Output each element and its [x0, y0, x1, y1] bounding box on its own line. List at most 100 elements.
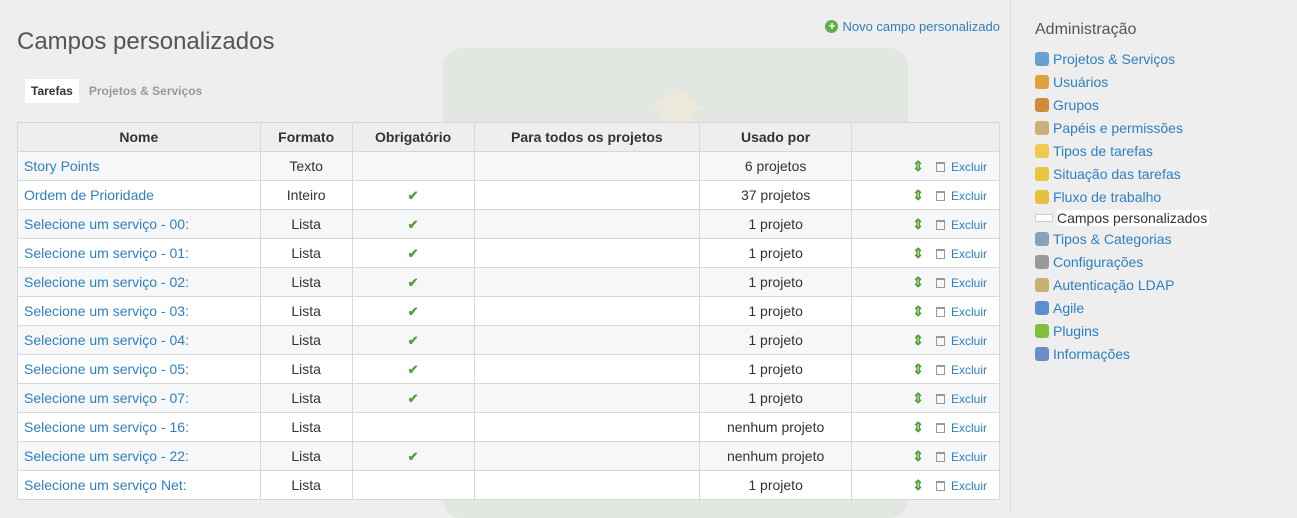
check-icon: ✔ [407, 390, 419, 406]
column-header-usado-por[interactable]: Usado por [699, 122, 853, 152]
delete-link[interactable]: Excluir [951, 218, 987, 232]
sidebar-item-label[interactable]: Grupos [1053, 97, 1099, 113]
new-custom-field-link[interactable]: + Novo campo personalizado [825, 19, 1000, 34]
custom-field-link[interactable]: Selecione um serviço - 00: [24, 216, 189, 232]
cell-format: Lista [259, 238, 353, 268]
delete-link[interactable]: Excluir [951, 160, 987, 174]
sidebar-item-label[interactable]: Usuários [1053, 74, 1108, 90]
custom-field-link[interactable]: Selecione um serviço - 02: [24, 274, 189, 290]
custom-field-link[interactable]: Selecione um serviço - 03: [24, 303, 189, 319]
reorder-handle-icon[interactable]: ⇕ [912, 419, 924, 435]
cell-all-projects [473, 325, 701, 355]
reorder-handle-icon[interactable]: ⇕ [912, 332, 924, 348]
custom-field-link[interactable]: Selecione um serviço - 04: [24, 332, 189, 348]
cell-name: Selecione um serviço - 16: [17, 412, 261, 442]
check-icon: ✔ [407, 245, 419, 261]
reorder-handle-icon[interactable]: ⇕ [912, 187, 924, 203]
sidebar-item-label[interactable]: Fluxo de trabalho [1053, 189, 1161, 205]
sidebar-item-user[interactable]: Usuários [1035, 70, 1209, 93]
column-header-nome[interactable]: Nome [17, 122, 261, 152]
sidebar-item-ldap[interactable]: Autenticação LDAP [1035, 273, 1209, 296]
sidebar-item-workflow[interactable]: Fluxo de trabalho [1035, 185, 1209, 208]
delete-link[interactable]: Excluir [951, 363, 987, 377]
column-header-para-todos[interactable]: Para todos os projetos [473, 122, 701, 152]
cell-format: Lista [259, 325, 353, 355]
cell-required: ✔ [351, 296, 475, 326]
watermark-arrow-icon [649, 88, 705, 110]
cell-all-projects [473, 209, 701, 239]
sidebar-item-label[interactable]: Agile [1053, 300, 1084, 316]
cell-all-projects [473, 238, 701, 268]
reorder-handle-icon[interactable]: ⇕ [912, 448, 924, 464]
sidebar-item-label[interactable]: Informações [1053, 346, 1130, 362]
sidebar-item-label[interactable]: Autenticação LDAP [1053, 277, 1174, 293]
custom-field-link[interactable]: Selecione um serviço - 01: [24, 245, 189, 261]
column-header-formato[interactable]: Formato [259, 122, 353, 152]
cell-name: Story Points [17, 151, 261, 181]
sidebar-item-list[interactable]: Tipos & Categorias [1035, 227, 1209, 250]
sidebar-item-label[interactable]: Situação das tarefas [1053, 166, 1181, 182]
check-icon: ✔ [407, 448, 419, 464]
sidebar-item-plugin[interactable]: Plugins [1035, 319, 1209, 342]
delete-link[interactable]: Excluir [951, 189, 987, 203]
cell-format: Lista [259, 296, 353, 326]
delete-link[interactable]: Excluir [951, 421, 987, 435]
user-icon [1035, 74, 1049, 89]
agile-icon [1035, 300, 1049, 315]
reorder-handle-icon[interactable]: ⇕ [912, 361, 924, 377]
reorder-handle-icon[interactable]: ⇕ [912, 390, 924, 406]
cell-actions: ⇕ Excluir [851, 296, 1000, 326]
sidebar-item-projects[interactable]: Projetos & Serviços [1035, 47, 1209, 70]
column-header-obrigatorio[interactable]: Obrigatório [351, 122, 475, 152]
reorder-handle-icon[interactable]: ⇕ [912, 274, 924, 290]
delete-link[interactable]: Excluir [951, 392, 987, 406]
sidebar-item-label[interactable]: Papéis e permissões [1053, 120, 1183, 136]
cell-used-by: 1 projeto [699, 383, 853, 413]
delete-link[interactable]: Excluir [951, 247, 987, 261]
sidebar-item-group[interactable]: Grupos [1035, 93, 1209, 116]
sidebar-item-label[interactable]: Tipos & Categorias [1053, 231, 1172, 247]
tab-projetos-servicos[interactable]: Projetos & Serviços [83, 79, 208, 103]
custom-field-link[interactable]: Selecione um serviço Net: [24, 477, 187, 493]
reorder-handle-icon[interactable]: ⇕ [912, 303, 924, 319]
sidebar-item-label[interactable]: Tipos de tarefas [1053, 143, 1153, 159]
sidebar-item-status[interactable]: Situação das tarefas [1035, 162, 1209, 185]
cell-all-projects [473, 383, 701, 413]
cell-used-by: 1 projeto [699, 238, 853, 268]
sidebar-item-tracker[interactable]: Tipos de tarefas [1035, 139, 1209, 162]
tab-tarefas[interactable]: Tarefas [25, 79, 79, 103]
sidebar-item-roles[interactable]: Papéis e permissões [1035, 116, 1209, 139]
cell-actions: ⇕ Excluir [851, 383, 1000, 413]
tabs: Tarefas Projetos & Serviços [25, 79, 208, 103]
custom-field-link[interactable]: Selecione um serviço - 16: [24, 419, 189, 435]
trash-icon [935, 393, 945, 404]
delete-link[interactable]: Excluir [951, 450, 987, 464]
custom-field-link[interactable]: Selecione um serviço - 07: [24, 390, 189, 406]
delete-link[interactable]: Excluir [951, 479, 987, 493]
cell-used-by: 37 projetos [699, 180, 853, 210]
custom-field-link[interactable]: Selecione um serviço - 22: [24, 448, 189, 464]
ldap-icon [1035, 277, 1049, 292]
trash-icon [935, 190, 945, 201]
sidebar-title: Administração [1035, 21, 1137, 38]
reorder-handle-icon[interactable]: ⇕ [912, 216, 924, 232]
custom-field-link[interactable]: Ordem de Prioridade [24, 187, 154, 203]
sidebar-item-label[interactable]: Projetos & Serviços [1053, 51, 1175, 67]
reorder-handle-icon[interactable]: ⇕ [912, 158, 924, 174]
sidebar-item-info[interactable]: Informações [1035, 342, 1209, 365]
sidebar-item-settings[interactable]: Configurações [1035, 250, 1209, 273]
plugin-icon [1035, 323, 1049, 338]
custom-field-link[interactable]: Selecione um serviço - 05: [24, 361, 189, 377]
reorder-handle-icon[interactable]: ⇕ [912, 245, 924, 261]
delete-link[interactable]: Excluir [951, 305, 987, 319]
cell-required [351, 412, 475, 442]
sidebar-item-label[interactable]: Plugins [1053, 323, 1099, 339]
sidebar-item-custom-field[interactable]: Campos personalizados [1035, 208, 1210, 227]
sidebar-item-agile[interactable]: Agile [1035, 296, 1209, 319]
cell-required [351, 470, 475, 500]
custom-field-link[interactable]: Story Points [24, 158, 99, 174]
delete-link[interactable]: Excluir [951, 276, 987, 290]
sidebar-item-label[interactable]: Configurações [1053, 254, 1143, 270]
reorder-handle-icon[interactable]: ⇕ [912, 477, 924, 493]
delete-link[interactable]: Excluir [951, 334, 987, 348]
